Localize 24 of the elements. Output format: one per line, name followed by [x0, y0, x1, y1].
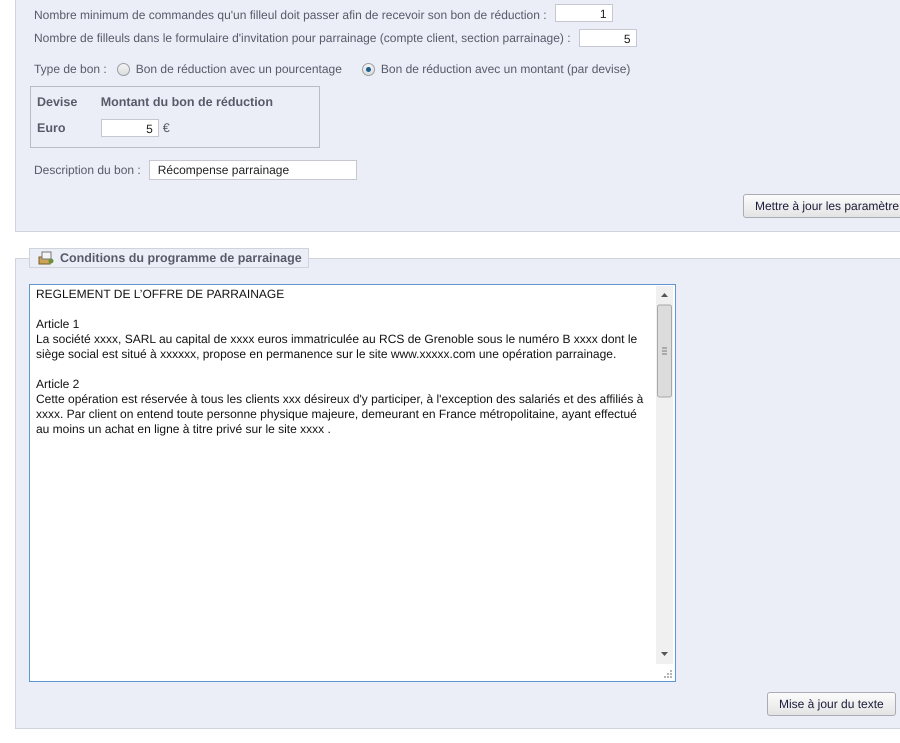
radio-button[interactable] [116, 62, 130, 76]
column-header: Montant du bon de réduction [100, 95, 273, 109]
column-header: Devise [37, 95, 78, 109]
legend-text: Conditions du programme de parrainage [60, 251, 302, 265]
update-settings-button[interactable]: Mettre à jour les paramètre [743, 194, 900, 218]
text-paragraph: Article 1 La société xxxx, SARL au capital de xxxx euros immatriculée au RCS de Grenoble sous le numéro B xxxx dont le siège social est situé à xxxxxx, propose en permanence sur le site www.xxxxx.com une opération parrainage. [36, 317, 638, 362]
conditions-textarea[interactable] [29, 284, 676, 682]
radio-label[interactable]: Bon de réduction avec un pourcentage [136, 62, 342, 76]
text-paragraph: REGLEMENT DE L’OFFRE DE PARRAINAGE [36, 287, 286, 302]
description-field[interactable]: Récompense parrainage [148, 160, 357, 180]
number-field[interactable]: 1 [554, 4, 613, 22]
field-label: Nombre de filleuls dans le formulaire d'invitation pour parrainage (compte client, section parrainage) : [34, 31, 571, 45]
field-label: Type de bon : [34, 62, 107, 76]
radio-button[interactable] [362, 62, 375, 76]
field-label: Description du bon : [34, 163, 141, 177]
resize-grip-icon[interactable] [663, 669, 673, 679]
number-field[interactable]: 5 [578, 29, 637, 47]
text-paragraph: Article 2 Cette opération est réservée à tous les clients xxx désireux d'y participer, à l'exception des salariés et des affiliés à xxxx. Par client on entend toute personne physique majeure, demeurant en France métropolitaine, ayant effectué au moins un achat en ligne à titre privé sur le site xxxx . [36, 377, 644, 437]
currency-name: Euro [37, 121, 66, 135]
currency-symbol: € [162, 121, 170, 135]
field-label: Nombre minimum de commandes qu'un filleul doit passer afin de recevoir son bon de réduction : [34, 8, 547, 22]
amount-field[interactable]: 5 [100, 119, 159, 137]
radio-label[interactable]: Bon de réduction avec un montant (par devise) [380, 62, 630, 76]
update-text-button[interactable]: Mise à jour du texte [767, 692, 896, 716]
